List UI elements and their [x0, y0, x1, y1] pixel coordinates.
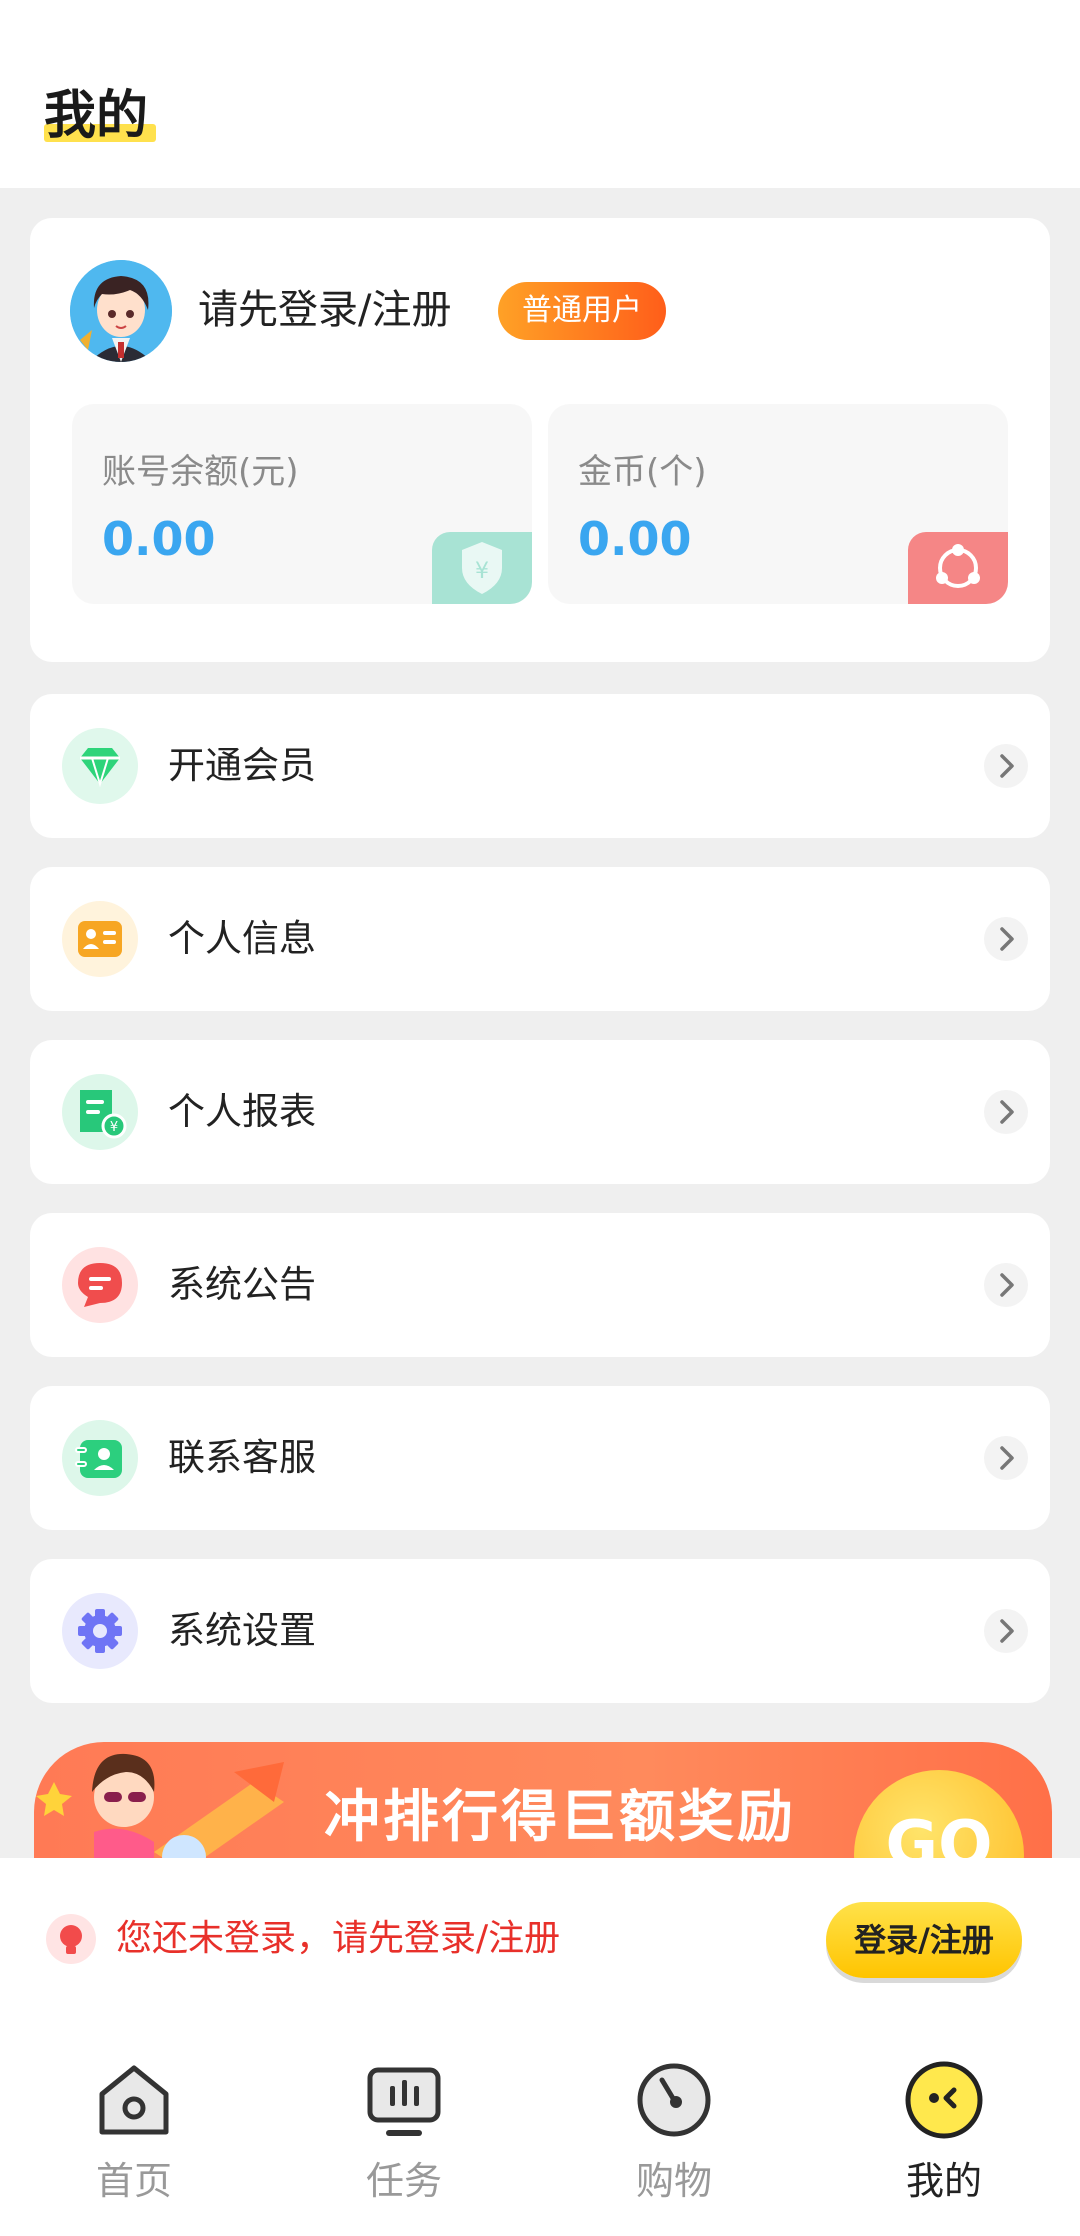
- chevron-right-icon: [984, 744, 1028, 788]
- menu-item-personal-info[interactable]: 个人信息: [30, 867, 1050, 1011]
- avatar[interactable]: [70, 260, 172, 362]
- message-icon: [62, 1247, 138, 1323]
- shopping-icon: [632, 2058, 716, 2142]
- login-hint-text: 您还未登录，请先登录/注册: [116, 1918, 561, 1959]
- tab-task[interactable]: 任务: [304, 2038, 504, 2218]
- menu-item-settings[interactable]: 系统设置: [30, 1559, 1050, 1703]
- task-icon: [362, 2058, 446, 2142]
- login-register-button[interactable]: 登录/注册: [826, 1902, 1022, 1978]
- lightbulb-icon: [46, 1914, 96, 1964]
- menu-label: 开通会员: [168, 744, 316, 787]
- bottom-tab-bar: 首页 任务 购物 我的: [0, 2018, 1080, 2236]
- balance-box[interactable]: 账号余额(元) 0.00 ¥: [72, 404, 532, 604]
- coins-value: 0.00: [578, 512, 692, 566]
- tab-label: 任务: [365, 2159, 442, 2203]
- menu-label: 个人信息: [168, 917, 316, 960]
- balance-label: 账号余额(元): [102, 452, 299, 492]
- tab-mine[interactable]: 我的: [844, 2038, 1044, 2218]
- menu-label: 个人报表: [168, 1090, 316, 1133]
- banner-text: 冲排行得巨额奖励: [324, 1785, 796, 1850]
- menu-label: 联系客服: [168, 1436, 316, 1479]
- home-icon: [92, 2058, 176, 2142]
- profile-icon: [902, 2058, 986, 2142]
- id-card-icon: [62, 901, 138, 977]
- chevron-right-icon: [984, 1090, 1028, 1134]
- report-icon: ¥: [62, 1074, 138, 1150]
- balance-value: 0.00: [102, 512, 216, 566]
- tab-label: 首页: [95, 2159, 172, 2203]
- chevron-right-icon: [984, 1263, 1028, 1307]
- coins-box[interactable]: 金币(个) 0.00: [548, 404, 1008, 604]
- contact-icon: [62, 1420, 138, 1496]
- menu-label: 系统设置: [168, 1609, 316, 1652]
- tab-home[interactable]: 首页: [34, 2038, 234, 2218]
- menu-item-vip[interactable]: 开通会员: [30, 694, 1050, 838]
- svg-text:¥: ¥: [110, 1120, 118, 1135]
- tab-label: 我的: [905, 2159, 982, 2203]
- profile-card: 请先登录/注册 普通用户 账号余额(元) 0.00 ¥ 金币(个) 0.00: [30, 218, 1050, 662]
- top-header: 我的: [0, 0, 1080, 188]
- login-reminder-bar: 您还未登录，请先登录/注册 登录/注册: [0, 1858, 1080, 2018]
- coins-icon: [908, 532, 1008, 604]
- svg-text:¥: ¥: [475, 559, 489, 584]
- menu-item-customer-service[interactable]: 联系客服: [30, 1386, 1050, 1530]
- user-level-badge: 普通用户: [498, 282, 666, 340]
- menu-item-report[interactable]: ¥ 个人报表: [30, 1040, 1050, 1184]
- login-prompt[interactable]: 请先登录/注册: [198, 282, 451, 338]
- menu-label: 系统公告: [168, 1263, 316, 1306]
- tab-shopping[interactable]: 购物: [574, 2038, 774, 2218]
- tab-label: 购物: [635, 2159, 712, 2203]
- chevron-right-icon: [984, 1436, 1028, 1480]
- chevron-right-icon: [984, 1609, 1028, 1653]
- diamond-icon: [62, 728, 138, 804]
- chevron-right-icon: [984, 917, 1028, 961]
- wallet-shield-icon: ¥: [432, 532, 532, 604]
- gear-icon: [62, 1593, 138, 1669]
- coins-label: 金币(个): [578, 452, 707, 492]
- page-title: 我的: [44, 86, 149, 146]
- menu-item-announcement[interactable]: 系统公告: [30, 1213, 1050, 1357]
